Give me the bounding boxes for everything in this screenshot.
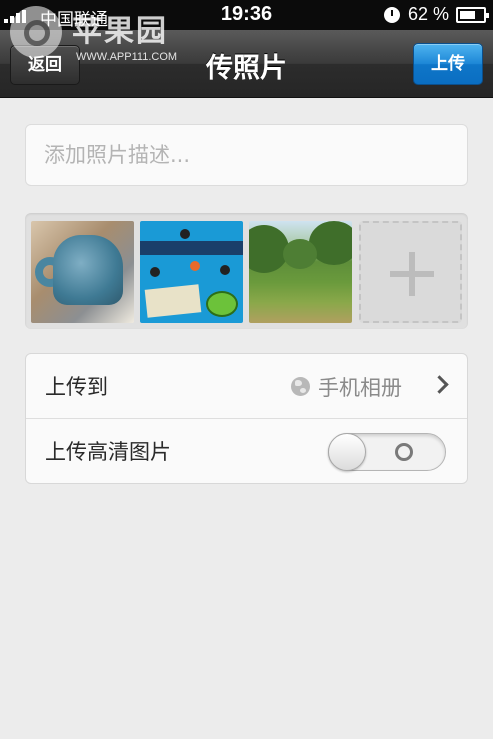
photo-thumbnail-cut-the-rope[interactable] (140, 221, 243, 323)
globe-icon (291, 377, 310, 396)
upload-settings: 上传到 手机相册 上传高清图片 (25, 353, 468, 484)
hd-upload-toggle[interactable] (328, 433, 446, 471)
plus-icon (390, 252, 434, 296)
status-bar: 中国联通 19:36 62 % (0, 0, 493, 30)
battery-percentage: 62 % (408, 4, 450, 24)
hd-upload-row: 上传高清图片 (26, 419, 467, 484)
upload-destination-label: 上传到 (45, 375, 108, 399)
toggle-off-icon (395, 443, 413, 461)
photo-thumbnail-mug[interactable] (31, 221, 134, 323)
battery-icon (456, 7, 489, 23)
photo-strip (25, 213, 468, 329)
upload-button[interactable]: 上传 (413, 43, 483, 85)
hd-upload-label: 上传高清图片 (45, 440, 171, 464)
alarm-clock-icon (384, 7, 400, 23)
add-photo-button[interactable] (359, 221, 462, 323)
navigation-bar: 返回 传照片 上传 (0, 30, 493, 98)
chevron-right-icon (430, 375, 449, 394)
upload-destination-row[interactable]: 上传到 手机相册 (26, 354, 467, 419)
upload-destination-value: 手机相册 (318, 376, 402, 400)
photo-thumbnail-park[interactable] (249, 221, 352, 323)
toggle-knob (328, 433, 366, 471)
photo-description-input[interactable]: 添加照片描述... (25, 124, 468, 186)
